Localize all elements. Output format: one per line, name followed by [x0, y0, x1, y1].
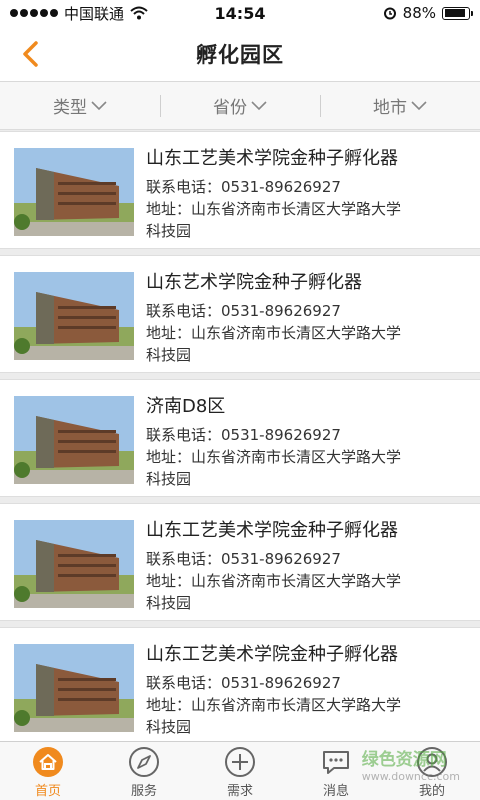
- back-button[interactable]: [12, 36, 48, 72]
- incubator-name: 山东工艺美术学院金种子孵化器: [146, 148, 398, 169]
- watermark: 绿色资源网 www.downcc.com: [362, 745, 460, 783]
- incubator-name: 济南D8区: [146, 396, 226, 417]
- incubator-list: 山东工艺美术学院金种子孵化器 联系电话：0531-89626927 地址：山东省…: [0, 131, 480, 741]
- address-line: 地址：山东省济南市长清区大学路大学: [146, 572, 402, 590]
- filter-city-dropdown[interactable]: 地市: [320, 82, 480, 129]
- filter-label: 类型: [53, 98, 87, 118]
- plus-circle-icon: [225, 747, 255, 777]
- building-thumbnail: [14, 644, 134, 732]
- wifi-icon: [130, 6, 148, 20]
- address-line: 地址：山东省济南市长清区大学路大学: [146, 696, 402, 714]
- tab-label: 首页: [34, 784, 61, 799]
- list-item[interactable]: 济南D8区 联系电话：0531-89626927 地址：山东省济南市长清区大学路…: [0, 379, 480, 497]
- incubator-name: 山东工艺美术学院金种子孵化器: [146, 644, 398, 665]
- page-title: 孵化园区: [196, 42, 284, 67]
- watermark-title: 绿色资源网: [361, 750, 447, 770]
- tab-label: 消息: [322, 784, 349, 799]
- status-right: 88%: [383, 4, 473, 22]
- compass-icon: [129, 747, 159, 777]
- tab-service[interactable]: 服务: [96, 742, 192, 800]
- filter-label: 省份: [213, 98, 247, 118]
- signal-strength-icon: [10, 9, 58, 17]
- building-thumbnail: [14, 148, 134, 236]
- tab-demand[interactable]: 需求: [192, 742, 288, 800]
- filter-type-dropdown[interactable]: 类型: [0, 82, 160, 129]
- address-line: 地址：山东省济南市长清区大学路大学: [146, 448, 402, 466]
- incubator-name: 山东工艺美术学院金种子孵化器: [146, 520, 398, 541]
- home-icon: [33, 747, 63, 777]
- address-line: 地址：山东省济南市长清区大学路大学: [146, 324, 402, 342]
- contact-phone: 联系电话：0531-89626927: [146, 426, 341, 444]
- contact-phone: 联系电话：0531-89626927: [146, 302, 341, 320]
- contact-phone: 联系电话：0531-89626927: [146, 178, 341, 196]
- battery-percent: 88%: [402, 4, 436, 22]
- filter-bar: 类型 省份 地市: [0, 82, 480, 130]
- address-line-2: 科技园: [146, 594, 192, 612]
- building-thumbnail: [14, 520, 134, 608]
- contact-phone: 联系电话：0531-89626927: [146, 674, 341, 692]
- address-line: 地址：山东省济南市长清区大学路大学: [146, 200, 402, 218]
- chevron-down-icon: [411, 100, 427, 110]
- contact-phone: 联系电话：0531-89626927: [146, 550, 341, 568]
- list-item[interactable]: 山东工艺美术学院金种子孵化器 联系电话：0531-89626927 地址：山东省…: [0, 131, 480, 249]
- status-left: 中国联通: [10, 3, 148, 24]
- chevron-down-icon: [251, 100, 267, 110]
- battery-icon: [442, 6, 473, 20]
- building-thumbnail: [14, 272, 134, 360]
- tab-home[interactable]: 首页: [0, 742, 96, 800]
- tab-label: 需求: [226, 784, 253, 799]
- address-line-2: 科技园: [146, 346, 192, 364]
- incubator-name: 山东艺术学院金种子孵化器: [146, 272, 362, 293]
- status-bar: 中国联通 14:54 88%: [0, 0, 480, 26]
- building-thumbnail: [14, 396, 134, 484]
- tab-label: 服务: [130, 784, 157, 799]
- carrier-label: 中国联通: [64, 4, 125, 23]
- alarm-icon: [383, 7, 396, 20]
- address-line-2: 科技园: [146, 470, 192, 488]
- watermark-url: www.downcc.com: [361, 770, 460, 783]
- filter-province-dropdown[interactable]: 省份: [160, 82, 320, 129]
- address-line-2: 科技园: [146, 718, 192, 736]
- address-line-2: 科技园: [146, 222, 192, 240]
- chevron-down-icon: [91, 100, 107, 110]
- filter-label: 地市: [373, 98, 407, 118]
- chevron-left-icon: [23, 41, 38, 67]
- list-item[interactable]: 山东工艺美术学院金种子孵化器 联系电话：0531-89626927 地址：山东省…: [0, 503, 480, 621]
- list-item[interactable]: 山东工艺美术学院金种子孵化器 联系电话：0531-89626927 地址：山东省…: [0, 627, 480, 741]
- chat-bubble-icon: [323, 751, 349, 774]
- navigation-bar: 孵化园区: [0, 26, 480, 82]
- list-item[interactable]: 山东艺术学院金种子孵化器 联系电话：0531-89626927 地址：山东省济南…: [0, 255, 480, 373]
